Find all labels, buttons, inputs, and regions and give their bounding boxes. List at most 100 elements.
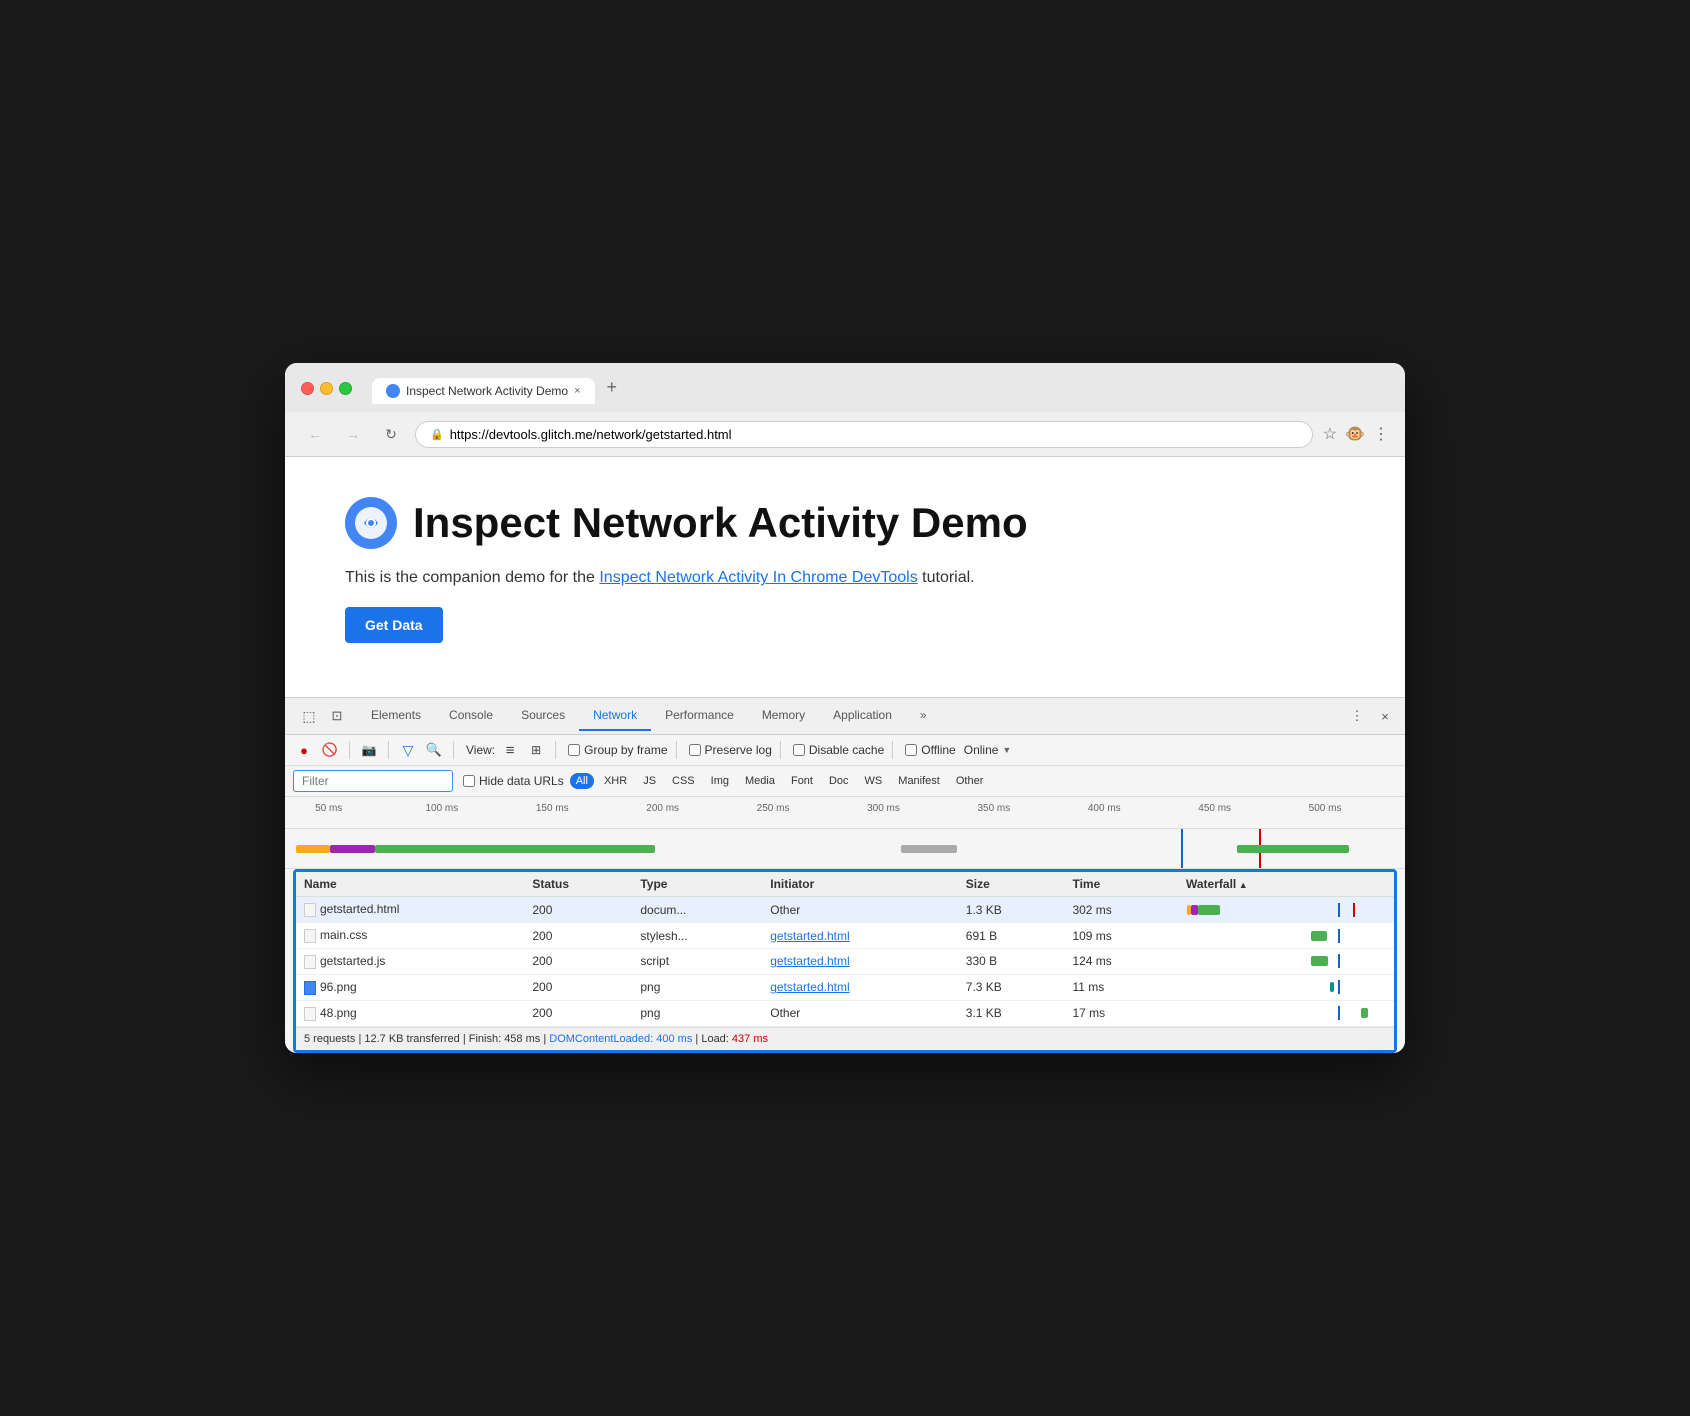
group-by-frame-option[interactable]: Group by frame xyxy=(568,743,667,757)
group-by-frame-checkbox[interactable] xyxy=(568,744,580,756)
timeline-450ms: 450 ms xyxy=(1198,803,1231,814)
cell-type: stylesh... xyxy=(632,923,762,949)
tab-application[interactable]: Application xyxy=(819,701,906,731)
tab-more[interactable]: » xyxy=(906,701,941,731)
timeline-visualization xyxy=(285,829,1405,869)
back-button[interactable]: ← xyxy=(301,420,329,448)
disable-cache-checkbox[interactable] xyxy=(793,744,805,756)
network-table: Name Status Type Initiator Size Time Wat… xyxy=(296,872,1394,1026)
tab-memory[interactable]: Memory xyxy=(748,701,819,731)
minimize-button[interactable] xyxy=(320,382,333,395)
table-row[interactable]: 48.png200pngOther3.1 KB17 ms xyxy=(296,1000,1394,1026)
cell-name: main.css xyxy=(296,923,524,949)
forward-button[interactable]: → xyxy=(339,420,367,448)
col-size: Size xyxy=(958,872,1065,897)
profile-icon: 🐵 xyxy=(1345,424,1365,444)
network-filter-bar: Hide data URLs All XHR JS CSS Img Media … xyxy=(285,766,1405,797)
filter-manifest-button[interactable]: Manifest xyxy=(892,773,946,789)
filter-doc-button[interactable]: Doc xyxy=(823,773,855,789)
bookmark-icon[interactable]: ☆ xyxy=(1323,424,1337,444)
tab-network[interactable]: Network xyxy=(579,701,651,731)
address-text: https://devtools.glitch.me/network/getst… xyxy=(450,427,732,442)
devtools-close-icon[interactable]: × xyxy=(1373,704,1397,728)
filter-css-button[interactable]: CSS xyxy=(666,773,701,789)
filter-type-buttons: All XHR JS CSS Img Media Font Doc WS Man… xyxy=(570,773,990,789)
filter-js-button[interactable]: JS xyxy=(637,773,662,789)
col-name: Name xyxy=(296,872,524,897)
browser-tabs: Inspect Network Activity Demo × + xyxy=(372,373,625,404)
filter-xhr-button[interactable]: XHR xyxy=(598,773,633,789)
tab-console[interactable]: Console xyxy=(435,701,507,731)
active-tab[interactable]: Inspect Network Activity Demo × xyxy=(372,378,595,404)
preserve-log-checkbox[interactable] xyxy=(689,744,701,756)
tab-elements[interactable]: Elements xyxy=(357,701,435,731)
maximize-button[interactable] xyxy=(339,382,352,395)
table-row[interactable]: getstarted.html200docum...Other1.3 KB302… xyxy=(296,897,1394,923)
network-table-highlight: Name Status Type Initiator Size Time Wat… xyxy=(293,869,1397,1052)
cell-time: 109 ms xyxy=(1064,923,1178,949)
hide-data-urls-option[interactable]: Hide data URLs xyxy=(463,774,564,788)
device-toolbar-icon[interactable]: ⊡ xyxy=(325,704,349,728)
cell-size: 1.3 KB xyxy=(958,897,1065,923)
camera-button[interactable]: 📷 xyxy=(358,739,380,761)
tab-sources[interactable]: Sources xyxy=(507,701,579,731)
get-data-button[interactable]: Get Data xyxy=(345,607,443,643)
more-menu-icon[interactable]: ⋮ xyxy=(1373,424,1389,444)
cell-status: 200 xyxy=(524,949,632,975)
filter-media-button[interactable]: Media xyxy=(739,773,781,789)
table-row[interactable]: main.css200stylesh...getstarted.html691 … xyxy=(296,923,1394,949)
tab-close-button[interactable]: × xyxy=(574,385,580,397)
devtools-more-icon[interactable]: ⋮ xyxy=(1345,704,1369,728)
initiator-link[interactable]: getstarted.html xyxy=(770,980,849,994)
list-view-button[interactable]: ≡ xyxy=(499,739,521,761)
close-button[interactable] xyxy=(301,382,314,395)
toolbar-separator-1 xyxy=(349,741,350,759)
cell-initiator: getstarted.html xyxy=(762,974,958,1000)
toolbar-separator-4 xyxy=(555,741,556,759)
timeline-500ms: 500 ms xyxy=(1309,803,1342,814)
throttle-select[interactable]: Online xyxy=(964,743,999,757)
hide-data-urls-checkbox[interactable] xyxy=(463,775,475,787)
inspect-element-icon[interactable]: ⬚ xyxy=(297,704,321,728)
col-initiator: Initiator xyxy=(762,872,958,897)
initiator-link[interactable]: getstarted.html xyxy=(770,929,849,943)
initiator-link[interactable]: getstarted.html xyxy=(770,954,849,968)
filter-toggle-button[interactable]: ▽ xyxy=(397,739,419,761)
col-type: Type xyxy=(632,872,762,897)
devtools-link[interactable]: Inspect Network Activity In Chrome DevTo… xyxy=(599,569,917,586)
stack-view-button[interactable]: ⊞ xyxy=(525,739,547,761)
col-time: Time xyxy=(1064,872,1178,897)
cell-status: 200 xyxy=(524,974,632,1000)
tab-label: Inspect Network Activity Demo xyxy=(406,384,568,398)
address-input[interactable]: 🔒 https://devtools.glitch.me/network/get… xyxy=(415,421,1313,448)
address-actions: ☆ 🐵 ⋮ xyxy=(1323,424,1389,444)
filter-ws-button[interactable]: WS xyxy=(859,773,889,789)
new-tab-button[interactable]: + xyxy=(599,373,626,402)
clear-button[interactable]: 🚫 xyxy=(319,739,341,761)
filter-input[interactable] xyxy=(293,770,453,792)
tab-performance[interactable]: Performance xyxy=(651,701,748,731)
address-domain: devtools.glitch.me xyxy=(489,427,593,442)
disable-cache-option[interactable]: Disable cache xyxy=(793,743,884,757)
table-row[interactable]: getstarted.js200scriptgetstarted.html330… xyxy=(296,949,1394,975)
timeline-100ms: 100 ms xyxy=(425,803,458,814)
page-title: Inspect Network Activity Demo xyxy=(413,499,1028,547)
cell-type: png xyxy=(632,974,762,1000)
filter-img-button[interactable]: Img xyxy=(705,773,735,789)
table-row[interactable]: 96.png200pnggetstarted.html7.3 KB11 ms xyxy=(296,974,1394,1000)
page-logo xyxy=(345,497,397,549)
preserve-log-option[interactable]: Preserve log xyxy=(689,743,772,757)
search-button[interactable]: 🔍 xyxy=(423,739,445,761)
filter-other-button[interactable]: Other xyxy=(950,773,990,789)
toolbar-separator-2 xyxy=(388,741,389,759)
cell-time: 11 ms xyxy=(1064,974,1178,1000)
offline-checkbox[interactable] xyxy=(905,744,917,756)
offline-option[interactable]: Offline xyxy=(905,743,955,757)
reload-button[interactable]: ↻ xyxy=(377,420,405,448)
cell-name: getstarted.html xyxy=(296,897,524,923)
dropdown-arrow-icon[interactable]: ▼ xyxy=(1002,745,1011,755)
record-button[interactable]: ● xyxy=(293,739,315,761)
filter-font-button[interactable]: Font xyxy=(785,773,819,789)
filter-all-button[interactable]: All xyxy=(570,773,594,789)
timeline-350ms: 350 ms xyxy=(977,803,1010,814)
